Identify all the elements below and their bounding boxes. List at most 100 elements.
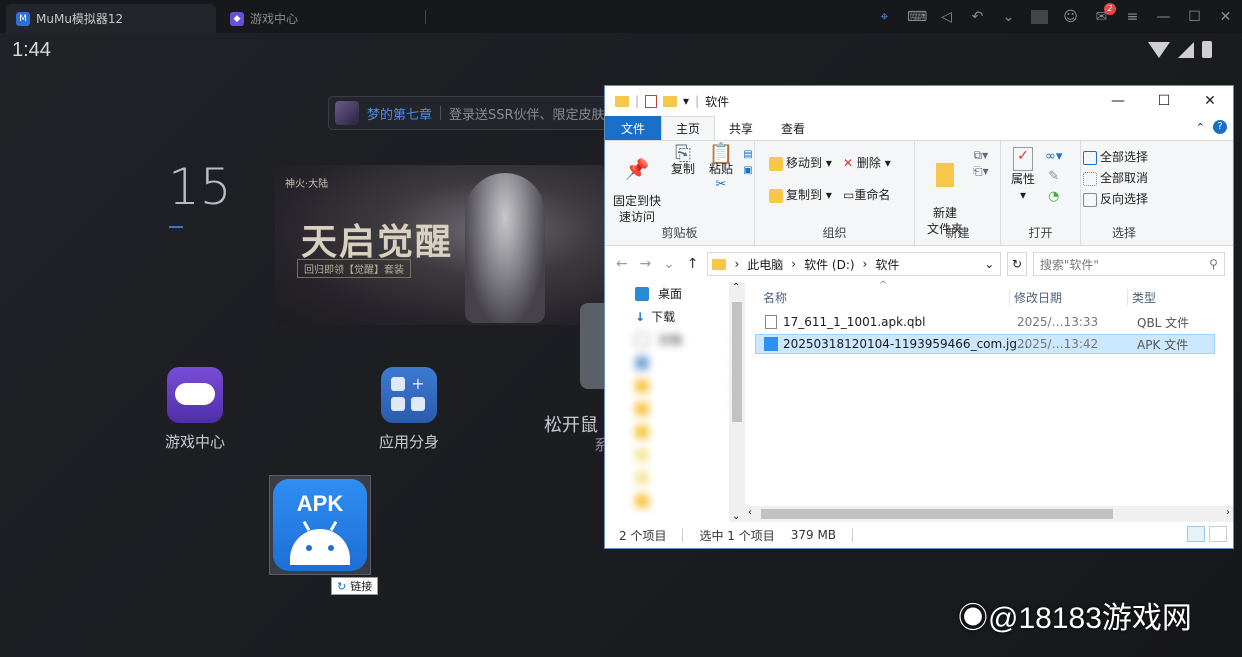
gamepad-icon: ◆ — [230, 11, 244, 26]
search-input[interactable]: 搜索"软件" ⚲ — [1032, 252, 1225, 276]
nav-item-folder[interactable] — [605, 466, 745, 489]
maximize-icon[interactable]: ☐ — [1186, 9, 1203, 25]
select-none-button[interactable]: 全部取消 — [1083, 168, 1148, 189]
minimize-icon[interactable]: — — [1095, 86, 1141, 116]
new-item-icon[interactable]: ⧉▾ ⎗▾ — [973, 147, 989, 179]
refresh-button[interactable]: ↻ — [1007, 252, 1027, 276]
volume-icon[interactable]: ◁ — [938, 9, 955, 25]
invert-selection-button[interactable]: 反向选择 — [1083, 189, 1148, 210]
paste-button[interactable]: 📋 粘贴 ✂ — [703, 143, 739, 193]
nav-item-downloads[interactable]: ↓ 下载 ✦ — [605, 305, 745, 328]
tab-file[interactable]: 文件 — [605, 116, 662, 140]
column-name[interactable]: 名称 — [763, 289, 787, 306]
nav-item-desktop[interactable]: 桌面 ✦ — [605, 282, 745, 305]
ribbon-tabs: 文件 主页 共享 查看 ⌃ ? — [605, 116, 1233, 140]
forward-arrow-icon[interactable]: → — [637, 256, 655, 272]
ribbon-controls: ⌃ ? — [1196, 120, 1227, 134]
tab-home[interactable]: 主页 — [661, 116, 716, 140]
history-icon[interactable]: ◔ — [1048, 189, 1059, 204]
game-promo-banner[interactable]: 神火·大陆 天启觉醒 回归即领【觉醒】套装 — [275, 165, 605, 325]
up-arrow-icon[interactable]: ↑ — [684, 256, 702, 272]
recent-locations-icon[interactable]: ⌄ — [660, 256, 678, 272]
user-icon[interactable]: ☺ — [1062, 9, 1079, 25]
rename-button[interactable]: ▭重命名 — [843, 187, 890, 203]
banner-subtitle: 神火·大陆 — [285, 179, 329, 190]
app-clone-app-icon[interactable]: + — [381, 367, 437, 423]
nav-scrollbar[interactable]: ⌃ ⌄ — [729, 282, 745, 522]
nav-item-folder[interactable]: ✦ — [605, 397, 745, 420]
copy-button[interactable]: ⎘ 复制 — [667, 143, 699, 177]
nav-scrollbar-thumb[interactable] — [732, 302, 742, 422]
status-clock: 1:44 — [12, 39, 51, 61]
move-to-button[interactable]: 移动到 ▾ — [769, 155, 832, 171]
select-all-button[interactable]: 全部选择 — [1083, 147, 1148, 168]
breadcrumb-drive[interactable]: 软件 (D:) — [804, 256, 854, 273]
details-view-icon[interactable] — [1187, 526, 1205, 542]
copy-to-button[interactable]: 复制到 ▾ — [769, 187, 832, 203]
menu-icon[interactable]: ≡ — [1124, 9, 1141, 25]
large-icons-view-icon[interactable] — [1209, 526, 1227, 542]
nav-item-folder[interactable] — [605, 489, 745, 512]
copy-label: 复制 — [670, 162, 695, 176]
nav-item-folder[interactable] — [605, 443, 745, 466]
file-row-selected[interactable]: 20250318120104-1193959466_com.jg... 2025… — [755, 334, 1215, 354]
scroll-down-icon[interactable]: ⌄ — [732, 511, 740, 522]
help-icon[interactable]: ? — [1213, 120, 1227, 134]
file-row[interactable]: 17_611_1_1001.apk.qbl 2025/…13:33 QBL 文件 — [755, 312, 1215, 332]
keyboard-mapping-icon[interactable]: ⌖ — [876, 9, 893, 25]
cut-icon[interactable]: ✂ — [703, 177, 739, 193]
delete-icon: ✕ — [843, 156, 854, 170]
horizontal-scrollbar-thumb[interactable] — [761, 509, 1113, 519]
dragged-apk-file[interactable]: APK — [269, 475, 371, 575]
select-none-label: 全部取消 — [1100, 171, 1149, 185]
open-with-icon[interactable]: ∞▾ ✎ ◔ — [1045, 147, 1062, 207]
selected-size: 379 MB — [790, 528, 837, 542]
properties-button[interactable]: ✓ 属性 ▾ — [1007, 147, 1039, 203]
ad-banner-bar[interactable]: 梦的第七章 登录送SSR伙伴、限定皮肤 — [328, 96, 618, 130]
scroll-right-icon[interactable]: › — [1226, 507, 1230, 518]
horizontal-scrollbar[interactable]: ‹ › — [745, 506, 1233, 522]
back-arrow-icon[interactable]: ← — [613, 256, 631, 272]
address-dropdown-icon[interactable]: ⌄ — [984, 257, 994, 271]
nav-item-pictures[interactable]: ✦ — [605, 351, 745, 374]
minimize-icon[interactable]: — — [1155, 9, 1172, 25]
tab-share[interactable]: 共享 — [715, 116, 767, 140]
column-type[interactable]: 类型 — [1127, 288, 1156, 306]
select-buttons: 全部选择 全部取消 反向选择 — [1083, 147, 1148, 210]
nav-item-folder[interactable]: ✦ — [605, 374, 745, 397]
tab-mumu[interactable]: M MuMu模拟器12 — [6, 4, 216, 33]
scroll-up-icon[interactable]: ⌃ — [732, 282, 740, 293]
folder-icon — [615, 95, 629, 107]
nav-item-documents[interactable]: 文档 ✦ — [605, 328, 745, 351]
breadcrumb-this-pc[interactable]: 此电脑 — [747, 256, 783, 273]
nav-item-folder[interactable] — [605, 420, 745, 443]
tab-game-center[interactable]: ◆ 游戏中心 — [220, 4, 308, 33]
customize-toolbar-icon[interactable]: ▾ — [683, 94, 689, 108]
delete-button[interactable]: ✕ 删除 ▾ — [843, 155, 891, 171]
edit-icon[interactable]: ✎ — [1048, 169, 1059, 184]
link-tooltip-label: 链接 — [350, 580, 373, 593]
close-icon[interactable]: ✕ — [1187, 86, 1233, 116]
folder-icon — [712, 258, 727, 270]
maximize-icon[interactable]: ☐ — [1141, 86, 1187, 116]
address-bar[interactable]: › 此电脑 › 软件 (D:) › 软件 ⌄ — [707, 252, 1002, 276]
properties-icon: ✓ — [1013, 147, 1033, 171]
close-icon[interactable]: ✕ — [1217, 9, 1234, 25]
properties-quick-icon[interactable] — [645, 94, 658, 108]
select-none-icon — [1083, 171, 1097, 186]
breadcrumb-folder[interactable]: 软件 — [875, 256, 899, 273]
back-icon[interactable]: ↶ — [969, 9, 986, 25]
select-group-label: 选择 — [1111, 226, 1136, 240]
game-center-app-icon[interactable] — [167, 367, 223, 423]
new-folder-quick-icon[interactable] — [663, 95, 678, 107]
mail-icon[interactable]: ✉ 2 — [1093, 2, 1116, 25]
copy-path-icon[interactable]: ▤ ▣ — [741, 147, 755, 179]
chevron-down-icon[interactable]: ⌄ — [1000, 9, 1017, 25]
tab-view[interactable]: 查看 — [767, 116, 819, 140]
pin-quick-access-button[interactable]: 📌 固定到快 速访问 — [609, 145, 665, 225]
keyboard-icon[interactable]: ⌨ — [907, 9, 927, 25]
column-modified[interactable]: 修改日期 — [1009, 288, 1062, 306]
ribbon-collapse-icon[interactable]: ⌃ — [1196, 121, 1205, 134]
scroll-left-icon[interactable]: ‹ — [748, 507, 752, 518]
folder-icon — [635, 401, 649, 416]
